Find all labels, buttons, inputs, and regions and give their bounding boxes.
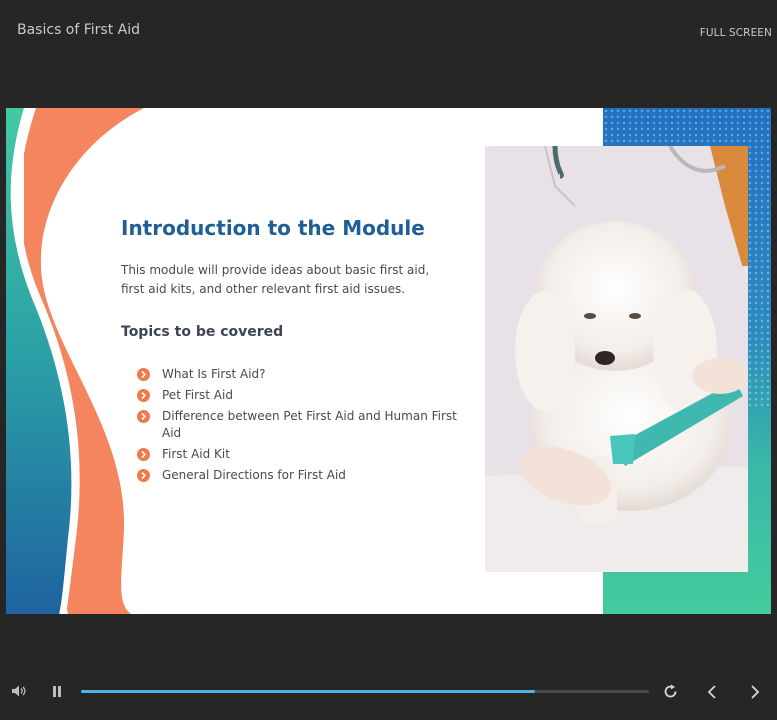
topic-item: Pet First Aid: [137, 387, 457, 404]
topic-item: First Aid Kit: [137, 446, 457, 463]
topic-list: What Is First Aid? Pet First Aid Differe…: [137, 366, 457, 488]
vet-dog-photo: [485, 146, 748, 572]
fullscreen-button[interactable]: FULL SCREEN: [700, 27, 772, 39]
progress-fill: [81, 690, 536, 693]
topic-label: Difference between Pet First Aid and Hum…: [162, 409, 457, 440]
topic-label: Pet First Aid: [162, 388, 233, 402]
slide: Introduction to the Module This module w…: [6, 108, 771, 614]
progress-bar[interactable]: [81, 690, 649, 693]
topic-item: What Is First Aid?: [137, 366, 457, 383]
pause-icon[interactable]: [51, 685, 63, 698]
replay-icon[interactable]: [663, 684, 678, 699]
topics-heading: Topics to be covered: [121, 324, 284, 340]
chevron-right-bullet-icon: [137, 368, 150, 381]
chevron-right-bullet-icon: [137, 469, 150, 482]
decorative-wave-left: [6, 108, 144, 614]
topic-label: What Is First Aid?: [162, 367, 266, 381]
topic-item: General Directions for First Aid: [137, 467, 457, 484]
topic-label: First Aid Kit: [162, 447, 230, 461]
course-title: Basics of First Aid: [17, 22, 141, 38]
speaker-icon[interactable]: [11, 684, 27, 698]
chevron-right-icon[interactable]: [748, 684, 762, 700]
slide-heading: Introduction to the Module: [121, 216, 425, 240]
topic-item: Difference between Pet First Aid and Hum…: [137, 408, 457, 442]
chevron-right-bullet-icon: [137, 389, 150, 402]
chevron-right-bullet-icon: [137, 448, 150, 461]
topic-label: General Directions for First Aid: [162, 468, 346, 482]
course-player: Basics of First Aid FULL SCREEN Introduc…: [0, 0, 777, 720]
slide-intro: This module will provide ideas about bas…: [121, 263, 430, 296]
chevron-left-icon[interactable]: [705, 684, 719, 700]
chevron-right-bullet-icon: [137, 410, 150, 423]
